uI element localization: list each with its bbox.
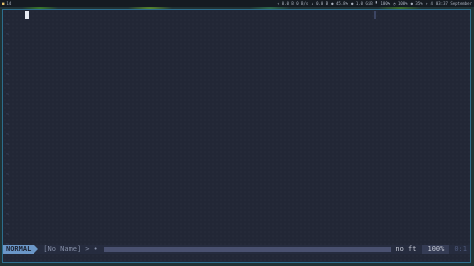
empty-line-marker: ~ bbox=[6, 32, 10, 38]
filetype-indicator: no ft bbox=[395, 245, 417, 253]
empty-line-marker: ~ bbox=[6, 152, 10, 158]
workspace-indicator[interactable]: ■ bbox=[2, 0, 4, 7]
empty-line-marker: ~ bbox=[6, 82, 10, 88]
empty-line-marker: ~ bbox=[6, 182, 10, 188]
empty-line-marker: ~ bbox=[6, 72, 10, 78]
empty-line-marker: ~ bbox=[6, 232, 10, 238]
system-status-bar: ■ 14 ↑ 0.0 B 0 B/s ↓ 0.0 B ● 45.8% ● 1.0… bbox=[0, 0, 474, 7]
empty-line-marker: ~ bbox=[6, 142, 10, 148]
empty-line-marker: ~ bbox=[6, 162, 10, 168]
scroll-indicator bbox=[374, 11, 376, 19]
battery-status: ◔ 100% bbox=[393, 1, 408, 6]
empty-line-markers: ~~~~~~~~~~~~~~~~~~~~~~~ bbox=[6, 20, 9, 250]
terminal-window[interactable]: ~~~~~~~~~~~~~~~~~~~~~~~ NORMAL [No Name]… bbox=[2, 9, 471, 263]
workspace-number[interactable]: 14 bbox=[6, 0, 11, 7]
empty-line-marker: ~ bbox=[6, 102, 10, 108]
cursor-position: 0:1 bbox=[454, 245, 467, 253]
separator-chevron: > bbox=[85, 245, 90, 253]
scroll-percent: 100% bbox=[422, 245, 450, 254]
clock: 03:37 September bbox=[435, 1, 472, 6]
empty-line-marker: ~ bbox=[6, 192, 10, 198]
vim-statusline: NORMAL [No Name] > • no ft 100% 0:1 bbox=[3, 245, 470, 254]
empty-line-marker: ~ bbox=[6, 62, 10, 68]
updates-status: ↑ 4 bbox=[425, 1, 433, 6]
network-download: ↓ 0.0 B bbox=[311, 1, 329, 6]
memory-usage: ● 1.0 GiB bbox=[351, 1, 373, 6]
mode-indicator: NORMAL bbox=[3, 245, 39, 254]
cpu-usage: ● 45.8% bbox=[331, 1, 348, 6]
empty-line-marker: ~ bbox=[6, 132, 10, 138]
brightness-status: ▘ 100% bbox=[375, 1, 391, 6]
empty-line-marker: ~ bbox=[6, 92, 10, 98]
empty-line-marker: ~ bbox=[6, 52, 10, 58]
empty-line-marker: ~ bbox=[6, 42, 10, 48]
network-upload: ↑ 0.0 B 0 B/s bbox=[276, 1, 309, 6]
statusline-fill bbox=[103, 247, 392, 252]
status-widgets: ↑ 0.0 B 0 B/s ↓ 0.0 B ● 45.8% ● 1.0 GiB … bbox=[277, 0, 474, 7]
empty-line-marker: ~ bbox=[6, 202, 10, 208]
workspace-list: ■ 14 bbox=[0, 0, 11, 7]
empty-line-marker: ~ bbox=[6, 22, 10, 28]
text-cursor bbox=[25, 11, 29, 19]
vim-editor-buffer[interactable]: ~~~~~~~~~~~~~~~~~~~~~~~ bbox=[3, 10, 470, 250]
modified-dot: • bbox=[93, 245, 98, 253]
empty-line-marker: ~ bbox=[6, 112, 10, 118]
buffer-name: [No Name] bbox=[43, 245, 82, 253]
empty-line-marker: ~ bbox=[6, 212, 10, 218]
empty-line-marker: ~ bbox=[6, 222, 10, 228]
empty-line-marker: ~ bbox=[6, 172, 10, 178]
volume-status: ● 35% bbox=[410, 1, 423, 6]
empty-line-marker: ~ bbox=[6, 122, 10, 128]
